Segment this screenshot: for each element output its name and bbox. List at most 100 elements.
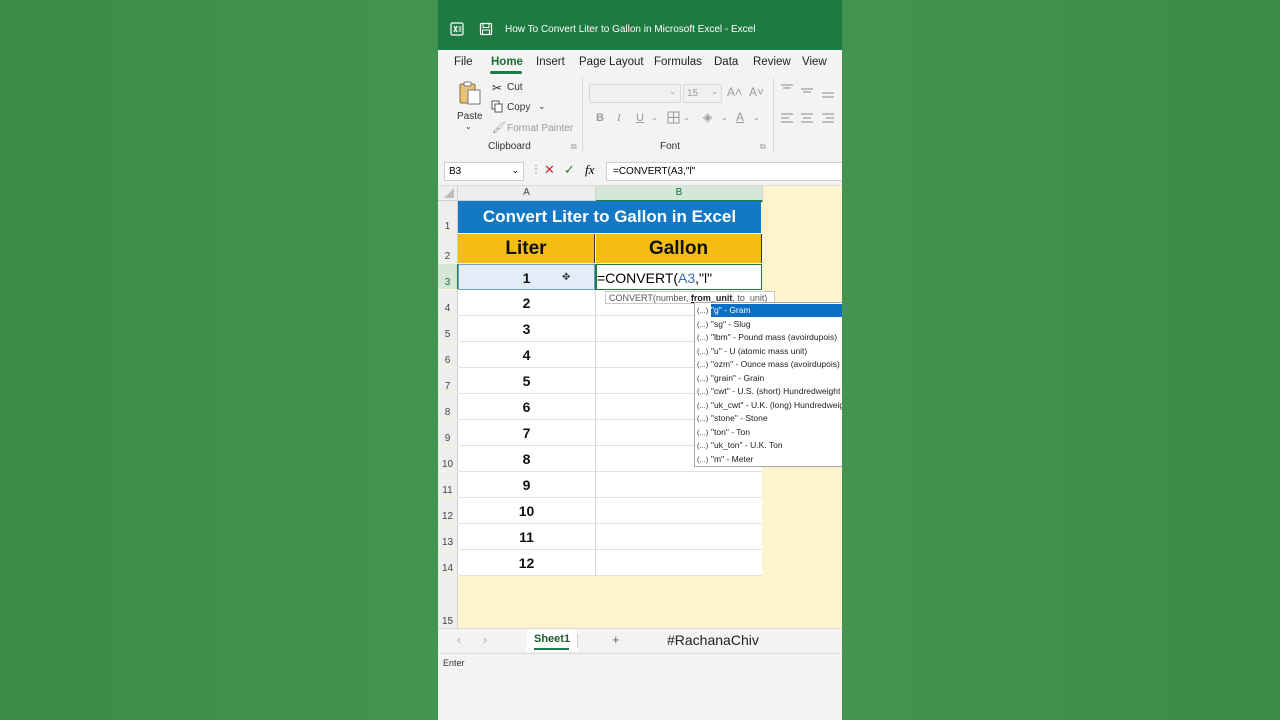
font-color-icon[interactable]: A [736,110,744,124]
font-color-dropdown-icon[interactable]: ⌄ [753,113,760,122]
italic-button[interactable]: I [617,112,621,124]
tab-formulas[interactable]: Formulas [654,56,702,68]
bold-button[interactable]: B [596,112,604,124]
copy-dropdown-icon[interactable]: ⌄ [538,101,546,112]
worksheet-grid[interactable]: A B 1 2 3 4 5 6 7 8 9 10 11 12 13 14 15 Convert Liter … [438,186,842,628]
autocomplete-item[interactable]: (...) "m" - Meter [695,453,842,466]
align-middle-icon[interactable] [800,87,814,100]
autocomplete-item[interactable]: (...) "uk_cwt" - U.K. (long) Hundredweig [695,399,842,412]
liter-cell[interactable]: 6 [458,394,596,420]
autocomplete-item[interactable]: (...) "ozm" - Ounce mass (avoirdupois) [695,358,842,371]
row-header[interactable]: 12 [438,498,458,523]
font-launcher-icon[interactable]: ⧉ [760,142,766,152]
increase-font-icon[interactable]: A˄ [727,85,742,99]
tab-page-layout[interactable]: Page Layout [579,56,644,68]
scroll-left-icon[interactable]: ‹ [457,633,461,647]
liter-cell[interactable]: 10 [458,498,596,524]
gallon-cell[interactable] [596,498,762,524]
align-top-icon[interactable] [780,84,794,97]
row-header[interactable]: 5 [438,316,458,341]
liter-cell[interactable]: 7 [458,420,596,446]
row-header[interactable]: 15 [438,576,458,628]
active-edit-cell[interactable]: =CONVERT(A3,"l" [595,264,762,290]
row-header[interactable]: 2 [438,234,458,263]
liter-cell[interactable]: 11 [458,524,596,550]
align-center-icon[interactable] [800,112,814,127]
decrease-font-icon[interactable]: A˅ [749,85,764,99]
underline-button[interactable]: U [636,112,644,124]
autocomplete-item[interactable]: (...) "sg" - Slug [695,318,842,331]
tab-home[interactable]: Home [491,56,523,68]
liter-cell[interactable]: 1 [458,264,595,290]
liter-cell[interactable]: 4 [458,342,596,368]
autocomplete-item-label: "ton" - Ton [711,426,750,437]
row-header[interactable]: 9 [438,420,458,445]
format-painter-button[interactable]: Format Painter [507,123,573,134]
header-liter-cell[interactable]: Liter [458,234,595,263]
copy-button[interactable]: Copy [507,102,530,113]
autocomplete-item[interactable]: (...) "ton" - Ton [695,426,842,439]
cancel-icon[interactable]: ✕ [544,162,555,178]
cut-button[interactable]: Cut [507,82,523,93]
more-options-icon[interactable]: ⋮ [531,164,541,175]
tab-review[interactable]: Review [753,56,791,68]
autocomplete-item[interactable]: (...) "cwt" - U.S. (short) Hundredweight [695,385,842,398]
paste-button[interactable]: Paste ⌄ [448,76,490,131]
gallon-cell[interactable] [596,550,762,576]
autocomplete-item[interactable]: (...) "lbm" - Pound mass (avoirdupois) [695,331,842,344]
autocomplete-item[interactable]: (...) "g" - Gram [695,304,842,317]
fill-color-icon[interactable]: ◈ [703,110,712,124]
autocomplete-item[interactable]: (...) "grain" - Grain [695,372,842,385]
row-header[interactable]: 8 [438,394,458,419]
autocomplete-item[interactable]: (...) "stone" - Stone [695,412,842,425]
font-name-combo[interactable]: ⌄ [589,84,681,103]
save-icon[interactable] [479,22,493,39]
borders-icon[interactable] [667,111,680,127]
font-size-combo[interactable]: 15 ⌄ [683,84,722,103]
insert-function-icon[interactable]: fx [585,162,594,178]
liter-cell[interactable]: 9 [458,472,596,498]
row-header[interactable]: 1 [438,201,458,233]
clipboard-launcher-icon[interactable]: ⧉ [571,142,577,152]
liter-cell[interactable]: 5 [458,368,596,394]
sheet-title-cell[interactable]: Convert Liter to Gallon in Excel [458,201,761,233]
align-left-icon[interactable] [780,112,794,127]
gallon-cell[interactable] [596,524,762,550]
row-header[interactable]: 6 [438,342,458,367]
sheet-tab-sheet1[interactable]: Sheet1 [534,633,570,645]
borders-dropdown-icon[interactable]: ⌄ [683,113,690,122]
fill-color-dropdown-icon[interactable]: ⌄ [721,113,728,122]
tab-insert[interactable]: Insert [536,56,565,68]
row-header[interactable]: 11 [438,472,458,497]
gallon-cell[interactable] [596,472,762,498]
liter-cell[interactable]: 12 [458,550,596,576]
row-header[interactable]: 10 [438,446,458,471]
column-header-a[interactable]: A [458,186,596,201]
scroll-right-icon[interactable]: › [483,633,487,647]
liter-cell[interactable]: 8 [458,446,596,472]
add-sheet-button[interactable]: + [612,632,620,647]
tab-file[interactable]: File [454,56,473,68]
row-header[interactable]: 3 [438,264,459,289]
row-header[interactable]: 7 [438,368,458,393]
row-header[interactable]: 13 [438,524,458,549]
formula-input[interactable]: =CONVERT(A3,"l" [606,162,842,181]
row-header[interactable]: 14 [438,550,458,575]
autocomplete-item[interactable]: (...) "u" - U (atomic mass unit) [695,345,842,358]
liter-cell[interactable]: 3 [458,316,596,342]
underline-dropdown-icon[interactable]: ⌄ [651,113,658,122]
enter-check-icon[interactable]: ✓ [564,162,575,178]
unit-constant-icon: (...) [697,400,709,410]
row-number: 8 [444,407,451,418]
liter-cell[interactable]: 2 [458,290,596,316]
autocomplete-item[interactable]: (...) "uk_ton" - U.K. Ton [695,439,842,452]
header-gallon-cell[interactable]: Gallon [596,234,762,263]
column-header-b[interactable]: B [596,186,763,202]
row-header[interactable]: 4 [438,290,458,315]
select-all-corner[interactable] [438,186,458,201]
tab-data[interactable]: Data [714,56,738,68]
tab-view[interactable]: View [802,56,827,68]
align-right-icon[interactable] [821,112,835,127]
align-bottom-icon[interactable] [821,90,835,103]
name-box[interactable]: B3 ⌄ [444,162,524,181]
